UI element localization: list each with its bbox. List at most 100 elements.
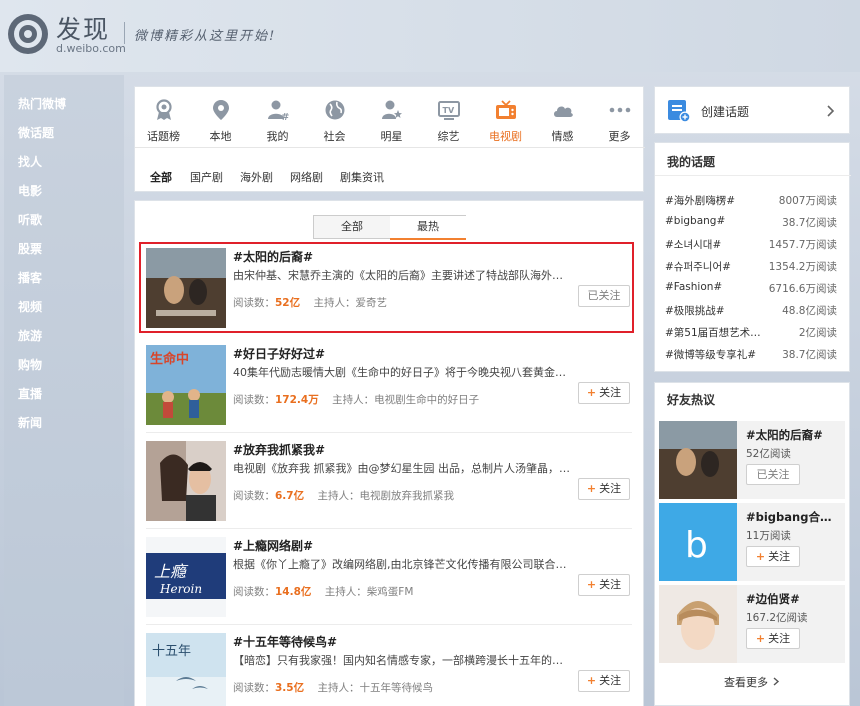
create-topic-icon [668,100,691,123]
follow-button[interactable]: + 关注 [578,478,630,500]
topic-cover-image: 十五年 [146,633,226,706]
sidebar-item-music[interactable]: 听歌 [18,211,42,228]
followed-button[interactable]: 已关注 [746,464,800,485]
friend-topic-item[interactable]: b #bigbang合肥... 11万阅读 + 关注 [659,503,845,581]
topic-meta: 阅读数：172.4万 主持人：电视剧生命中的好日子 [233,394,480,406]
category-label: 情感 [551,130,574,143]
category-emotion[interactable]: 情感 [534,87,591,147]
category-label: 明星 [380,130,403,143]
topic-reads: 172.4万 [275,394,319,406]
my-topic-row[interactable]: #bigbang# 38.7亿阅读 [665,215,837,233]
sidebar-item-topics[interactable]: 微话题 [18,124,54,141]
bigbang-logo-icon: b [659,503,737,581]
chevron-right-icon [827,105,835,117]
my-topic-row[interactable]: #소녀시대# 1457.7万阅读 [665,237,837,255]
category-mine[interactable]: # 我的 [249,87,306,147]
friend-topic-name[interactable]: #边伯贤# [746,591,842,607]
topic-title[interactable]: #放弃我抓紧我# [233,441,325,458]
sidebar-item-hot-weibo[interactable]: 热门微博 [18,95,66,112]
topic-host: 电视剧生命中的好日子 [374,394,480,406]
create-topic-card[interactable]: 创建话题 [654,86,850,134]
toggle-all[interactable]: 全部 [314,216,390,238]
friend-topic-item[interactable]: #边伯贤# 167.2亿阅读 + 关注 [659,585,845,663]
category-bar: 话题榜 本地 # 我的 社会 明星 TV 综艺 电视剧 情感 更多 全部 国产剧… [134,86,645,192]
category-label: 更多 [608,130,631,143]
subtab-web-drama[interactable]: 网络剧 [290,169,323,185]
follow-button[interactable]: + 关注 [578,574,630,596]
item-divider [146,432,632,433]
my-topic-row[interactable]: #Fashion# 6716.6万阅读 [665,281,837,299]
my-topic-row[interactable]: #海外剧嗨楞# 8007万阅读 [665,193,837,211]
star-user-icon [382,100,402,119]
my-topic-row[interactable]: #第51届百想艺术大... 2亿阅读 [665,325,837,343]
topic-reads: 3.5亿 [275,682,305,694]
friends-hot-title: 好友热议 [667,393,716,407]
friend-topic-image [659,421,737,499]
topic-reads: 14.8亿 [275,586,312,598]
subtab-drama-news[interactable]: 剧集资讯 [340,169,384,185]
sidebar-item-news[interactable]: 新闻 [18,414,42,431]
category-tv-drama[interactable]: 电视剧 [477,87,534,147]
sidebar-item-shopping[interactable]: 购物 [18,356,42,373]
my-topic-row[interactable]: #极限挑战# 48.8亿阅读 [665,303,837,321]
topic-description: 【暗恋】只有我家强！国内知名情感专家，一部横跨漫长十五年的暗恋史诗！ [233,654,573,667]
panel-divider [655,175,851,176]
plus-icon: + [586,578,597,591]
subtab-overseas[interactable]: 海外剧 [240,169,273,185]
topic-title[interactable]: #上瘾网络剧# [233,537,313,554]
topic-title[interactable]: #十五年等待候鸟# [233,633,337,650]
category-variety[interactable]: TV 综艺 [420,87,477,147]
follow-button[interactable]: + 关注 [746,628,800,649]
topic-meta: 阅读数：6.7亿 主持人：电视剧放弃我抓紧我 [233,490,454,502]
subtab-domestic[interactable]: 国产剧 [190,169,223,185]
follow-button[interactable]: + 关注 [578,670,630,692]
category-stars[interactable]: 明星 [363,87,420,147]
sidebar-item-podcast[interactable]: 播客 [18,269,42,286]
item-divider [146,528,632,529]
friends-hot-panel: 好友热议 #太阳的后裔# 52亿阅读 已关注 b #bigbang合肥... 1… [654,382,850,706]
topic-item[interactable]: 上瘾 Heroin #上瘾网络剧# 根据《你丫上瘾了》改编网络剧,由北京锋芒文化传… [146,537,632,625]
follow-button[interactable]: + 关注 [578,382,630,404]
category-more[interactable]: 更多 [591,87,648,147]
topic-item[interactable]: 十五年 #十五年等待候鸟# 【暗恋】只有我家强！国内知名情感专家，一部横跨漫长十… [146,633,632,706]
toggle-hot[interactable]: 最热 [390,216,466,240]
follow-button[interactable]: + 关注 [746,546,800,567]
friend-topic-name[interactable]: #bigbang合肥... [746,509,842,525]
friend-topic-count: 11万阅读 [746,530,791,542]
subtab-all[interactable]: 全部 [150,169,172,185]
topic-meta: 阅读数：14.8亿 主持人：柴鸡蛋FM [233,586,414,598]
category-ranking[interactable]: 话题榜 [135,87,192,147]
my-topics-panel: 我的话题 #海外剧嗨楞# 8007万阅读 #bigbang# 38.7亿阅读 #소녀… [654,142,851,372]
tv-drama-icon [496,100,516,119]
chevron-right-icon [773,677,780,686]
topic-cover-image: 上瘾Heroin [146,537,226,617]
topic-cover-image: 生命中 [146,345,226,425]
svg-text:Heroin: Heroin [159,582,202,596]
page-title[interactable]: 发现 [56,10,110,46]
header-divider [124,22,125,44]
sidebar-item-travel[interactable]: 旅游 [18,327,42,344]
location-pin-icon [213,100,229,120]
category-local[interactable]: 本地 [192,87,249,147]
friend-topic-name[interactable]: #太阳的后裔# [746,427,842,443]
sidebar-item-find-people[interactable]: 找人 [18,153,42,170]
topic-item[interactable]: 生命中 #好日子好好过# 40集年代励志暖情大剧《生命中的好日子》将于今晚央视八… [146,345,632,433]
sidebar-item-live[interactable]: 直播 [18,385,42,402]
topic-description: 电视剧《放弃我 抓紧我》由@梦幻星生园 出品，总制片人汤肇晶，制片人... [233,462,573,475]
sidebar-item-movies[interactable]: 电影 [18,182,42,199]
sidebar-item-video[interactable]: 视频 [18,298,42,315]
category-society[interactable]: 社会 [306,87,363,147]
my-topic-row[interactable]: #슈퍼주니어# 1354.2万阅读 [665,259,837,277]
sidebar-item-stocks[interactable]: 股票 [18,240,42,257]
topic-description: 40集年代励志暖情大剧《生命中的好日子》将于今晚央视八套黄金时段完... [233,366,573,379]
weibo-discover-logo-icon[interactable] [6,12,50,56]
topic-title[interactable]: #好日子好好过# [233,345,325,362]
highlight-box [139,242,634,333]
friend-topic-count: 52亿阅读 [746,448,791,460]
friend-topic-item[interactable]: #太阳的后裔# 52亿阅读 已关注 [659,421,845,499]
topic-item[interactable]: #放弃我抓紧我# 电视剧《放弃我 抓紧我》由@梦幻星生园 出品，总制片人汤肇晶，… [146,441,632,529]
tv-icon: TV [438,101,460,120]
see-more-link[interactable]: 查看更多 [654,674,850,696]
create-topic-label: 创建话题 [701,105,750,119]
my-topic-row[interactable]: #微博等级专享礼# 38.7亿阅读 [665,347,837,365]
